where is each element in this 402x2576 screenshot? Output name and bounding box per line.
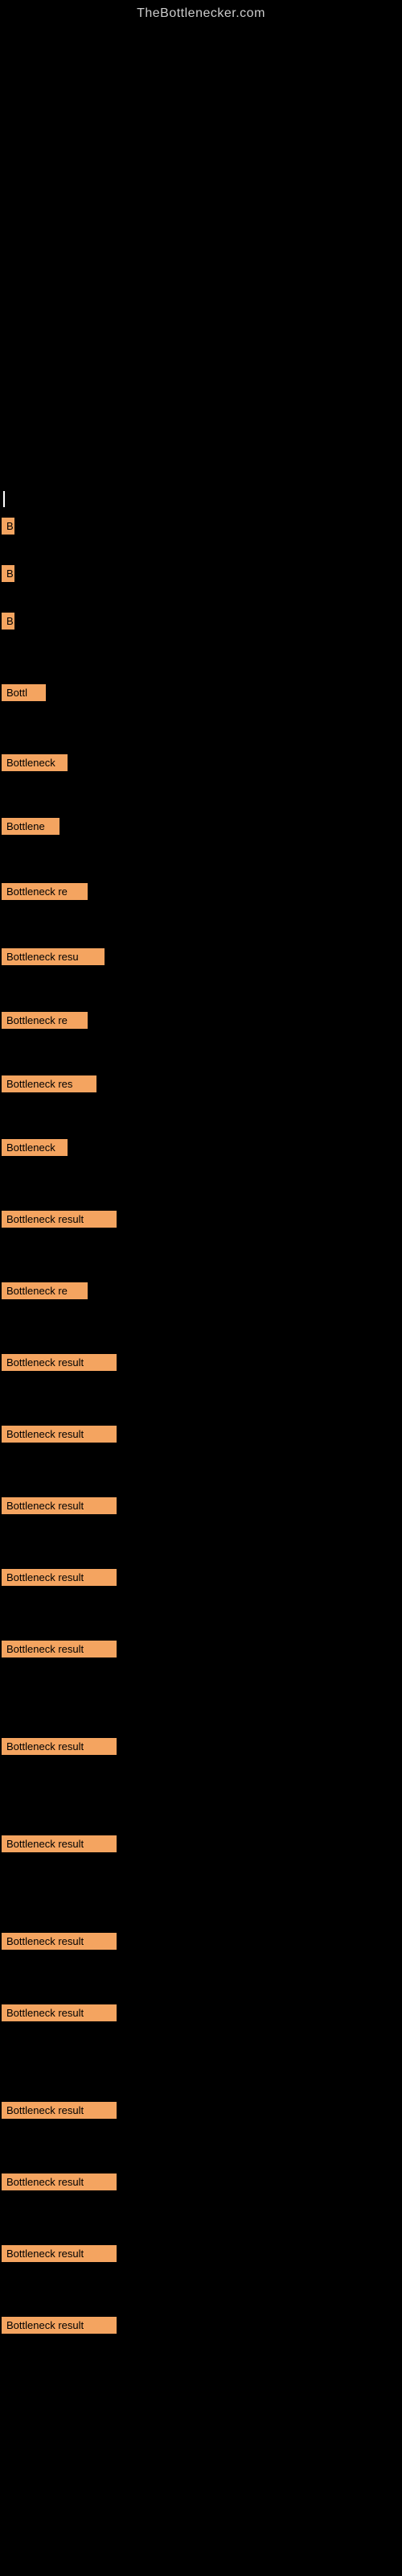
item-label: Bottleneck result (2, 2102, 117, 2119)
list-item: Bottleneck re (0, 883, 402, 900)
list-item: Bottleneck result (0, 1835, 402, 1852)
item-label: Bottleneck (2, 1139, 68, 1156)
list-item: Bottleneck result (0, 2174, 402, 2190)
list-item: Bottleneck result (0, 1641, 402, 1657)
list-item: B (0, 613, 402, 630)
item-label: Bottleneck result (2, 2004, 117, 2021)
item-label: Bottlene (2, 818, 59, 835)
item-label: Bottleneck (2, 754, 68, 771)
item-label: Bottleneck result (2, 1933, 117, 1950)
list-item: Bottleneck re (0, 1012, 402, 1029)
list-item: Bottleneck res (0, 1075, 402, 1092)
item-label: Bottleneck result (2, 1641, 117, 1657)
item-label: Bottleneck re (2, 1012, 88, 1029)
item-label: Bottleneck res (2, 1075, 96, 1092)
list-item: Bottleneck result (0, 1569, 402, 1586)
list-item: Bottleneck result (0, 1354, 402, 1371)
item-label: Bottleneck resu (2, 948, 105, 965)
list-item: Bottleneck (0, 754, 402, 771)
list-item: Bottleneck (0, 1139, 402, 1156)
item-label: Bottleneck result (2, 2174, 117, 2190)
item-label: B (2, 565, 14, 582)
list-item: B (0, 518, 402, 535)
list-item: Bottleneck result (0, 2102, 402, 2119)
list-item: Bottl (0, 684, 402, 701)
list-item: Bottleneck result (0, 1211, 402, 1228)
cursor (2, 491, 402, 511)
list-item: Bottleneck result (0, 1426, 402, 1443)
item-label: Bottleneck result (2, 1569, 117, 1586)
list-item: Bottleneck resu (0, 948, 402, 965)
bottleneck-list: B B B Bottl Bottleneck Bottlene Bottlene… (0, 518, 402, 2334)
list-item: Bottleneck result (0, 2317, 402, 2334)
item-label: Bottleneck result (2, 1354, 117, 1371)
list-item: Bottleneck result (0, 1497, 402, 1514)
item-label: Bottleneck re (2, 883, 88, 900)
item-label: Bottl (2, 684, 46, 701)
list-item: Bottleneck result (0, 2245, 402, 2262)
list-item: Bottleneck result (0, 2004, 402, 2021)
list-item: Bottleneck result (0, 1738, 402, 1755)
site-title: TheBottlenecker.com (0, 0, 402, 24)
item-label: B (2, 613, 14, 630)
list-item: Bottleneck result (0, 1933, 402, 1950)
item-label: Bottleneck result (2, 1835, 117, 1852)
item-label: Bottleneck result (2, 1211, 117, 1228)
list-item: Bottleneck re (0, 1282, 402, 1299)
item-label: Bottleneck result (2, 1738, 117, 1755)
item-label: Bottleneck result (2, 1426, 117, 1443)
list-item: B (0, 565, 402, 582)
item-label: Bottleneck result (2, 1497, 117, 1514)
list-item: Bottlene (0, 818, 402, 835)
item-label: Bottleneck result (2, 2317, 117, 2334)
item-label: Bottleneck re (2, 1282, 88, 1299)
item-label: Bottleneck result (2, 2245, 117, 2262)
item-label: B (2, 518, 14, 535)
